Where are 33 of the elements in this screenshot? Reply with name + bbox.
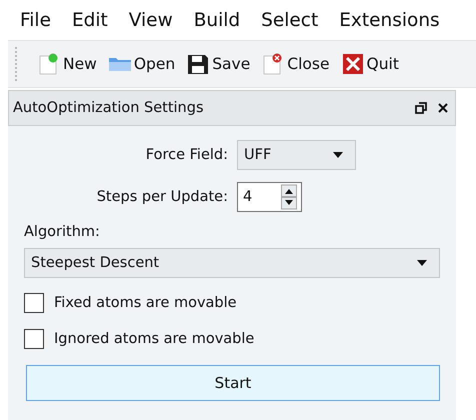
menu-item[interactable]: File — [20, 10, 51, 30]
algorithm-dropdown[interactable]: Steepest Descent — [24, 248, 440, 278]
dropdown-arrow-icon — [333, 152, 343, 158]
force-field-dropdown[interactable]: UFF — [237, 140, 356, 170]
menu-item[interactable]: Edit — [72, 10, 108, 30]
menu-item[interactable]: View — [128, 10, 173, 30]
field-label: Force Field: — [144, 147, 228, 163]
spin-arrows-icon[interactable] — [281, 184, 297, 210]
toolbar-button[interactable]: Quit — [338, 51, 403, 77]
checkbox[interactable] — [24, 293, 44, 313]
menu-item[interactable]: Build — [194, 10, 240, 30]
algorithm-label: Algorithm: — [24, 224, 101, 240]
checkbox[interactable] — [24, 329, 44, 349]
toolbar-button[interactable]: New — [34, 51, 101, 77]
start-button[interactable]: Start — [26, 365, 440, 401]
toolbar-button[interactable]: Close — [258, 51, 334, 77]
folder-icon — [108, 58, 131, 70]
undock-icon[interactable] — [415, 102, 427, 114]
toolbar-button[interactable]: Save — [183, 51, 254, 77]
toolbar-button[interactable]: Open — [104, 53, 180, 75]
document-plus-icon — [38, 53, 60, 75]
exit-icon — [342, 53, 364, 75]
menu-item[interactable]: Extensions — [339, 10, 440, 30]
close-icon[interactable] — [437, 102, 449, 114]
field-label: Steps per Update: — [96, 189, 228, 205]
checkbox-option[interactable]: Fixed atoms are movable — [24, 293, 448, 313]
dropdown-arrow-icon — [417, 260, 427, 266]
menu-item[interactable]: Select — [261, 10, 318, 30]
steps-spinbox[interactable]: 4 — [237, 182, 302, 212]
toolbar-grip-icon[interactable] — [14, 47, 18, 81]
panel-title: AutoOptimization Settings — [13, 100, 205, 116]
document-remove-icon — [262, 53, 284, 75]
checkbox-option[interactable]: Ignored atoms are movable — [24, 329, 448, 349]
